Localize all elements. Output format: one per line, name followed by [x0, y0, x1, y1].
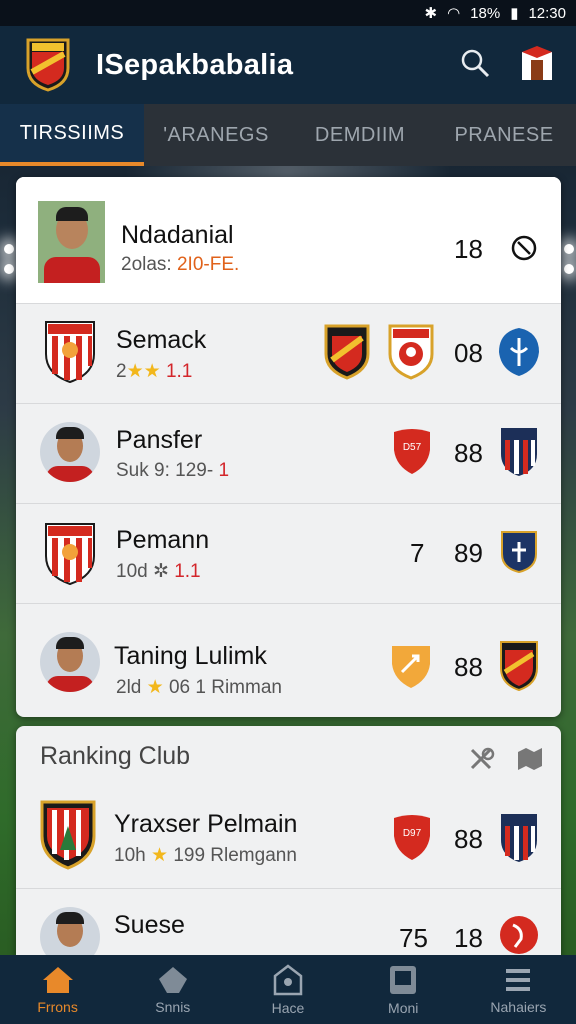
- star-icon: ★: [146, 677, 164, 698]
- club-value: 18: [454, 923, 483, 953]
- club-badge-icon[interactable]: [499, 913, 539, 957]
- player-value: 18: [454, 234, 483, 264]
- player-row[interactable]: Pansfer Suk 9: 129- 1 D57 88: [16, 403, 561, 503]
- club-crest-icon: [45, 523, 95, 586]
- club-badge-icon[interactable]: [497, 326, 541, 378]
- player-value: 88: [454, 652, 483, 682]
- club-badge-icon: D97: [394, 815, 430, 860]
- club-badge-icon: [324, 324, 370, 380]
- profile-badge-icon[interactable]: [520, 44, 554, 82]
- club-value: 88: [454, 824, 483, 854]
- section-title: Ranking Club: [40, 742, 191, 770]
- player-sub: 2ld ★ 06 1 Rimman: [116, 677, 282, 698]
- battery-percent: 18%: [470, 4, 501, 22]
- tab-bar: TIRSSIIMS 'ARANEGS DEMDIIM PRANESE: [0, 104, 576, 166]
- nav-label: Nahaiers: [490, 998, 547, 1015]
- stadium-light: [564, 244, 574, 254]
- bottom-nav: Frrons Snnis Hace Moni Nahaiers: [0, 955, 576, 1024]
- player-sub: 2★★ 1.1: [116, 361, 193, 382]
- svg-text:D97: D97: [403, 828, 422, 839]
- app-logo-icon[interactable]: [26, 38, 70, 92]
- tab-pranese[interactable]: PRANESE: [432, 104, 576, 166]
- club-name: Suese: [114, 911, 185, 939]
- player-name: Semack: [116, 326, 207, 354]
- club-badge-icon[interactable]: [500, 530, 538, 574]
- nav-label: Moni: [388, 999, 419, 1016]
- player-value: 88: [454, 438, 483, 468]
- player-value-secondary: 7: [410, 538, 425, 568]
- swap-icon[interactable]: [468, 746, 496, 772]
- player-name: Ndadanial: [121, 221, 234, 249]
- stadium-light: [4, 244, 14, 254]
- nav-item-snnis[interactable]: Snnis: [115, 955, 230, 1024]
- tab-tirssiims[interactable]: TIRSSIIMS: [0, 104, 144, 166]
- star-icon: ★: [150, 845, 169, 866]
- nav-item-home[interactable]: Frrons: [0, 955, 115, 1024]
- club-badge-icon[interactable]: [499, 812, 539, 864]
- player-photo: [38, 201, 105, 283]
- club-badge-icon[interactable]: [499, 426, 539, 478]
- app-title: ISepakbabalia: [96, 48, 294, 81]
- players-card: Ndadanial 2olas: 2I0-FE. 18 Semack 2★★ 1…: [16, 177, 561, 717]
- club-badge-icon[interactable]: [499, 640, 539, 692]
- club-value-secondary: 75: [399, 923, 428, 953]
- app-bar: ISepakbabalia: [0, 26, 576, 104]
- battery-icon: ▮: [510, 5, 519, 22]
- map-icon[interactable]: [516, 746, 544, 772]
- player-sub: 2olas: 2I0-FE.: [121, 254, 240, 275]
- wifi-icon: ◠: [447, 5, 461, 22]
- club-crest-icon: [45, 321, 95, 384]
- ranking-card: Ranking Club Yraxser Pelmain 10h ★ 199 R…: [16, 726, 561, 986]
- player-name: Pansfer: [116, 426, 203, 454]
- player-name: Taning Lulimk: [114, 642, 267, 670]
- player-value: 08: [454, 338, 483, 368]
- player-row[interactable]: Ndadanial 2olas: 2I0-FE. 18: [16, 177, 561, 303]
- avatar: [40, 632, 100, 692]
- bluetooth-icon: ✱: [424, 5, 438, 22]
- club-row[interactable]: Yraxser Pelmain 10h ★ 199 Rlemgann D97 8…: [16, 782, 561, 888]
- star-icon: ★★: [126, 361, 161, 382]
- nav-label: Hace: [271, 999, 305, 1016]
- tablet-icon: [390, 965, 417, 994]
- player-name: Pemann: [116, 526, 210, 554]
- clock-time: 12:30: [528, 4, 566, 22]
- nav-label: Frrons: [37, 998, 78, 1015]
- club-badge-icon: [388, 324, 434, 380]
- tab-demdiim[interactable]: DEMDIIM: [288, 104, 432, 166]
- nav-label: Snnis: [155, 998, 191, 1015]
- stadium-light: [564, 264, 574, 274]
- club-badge-icon: [392, 646, 430, 688]
- player-row[interactable]: Taning Lulimk 2ld ★ 06 1 Rimman 88: [16, 603, 561, 717]
- club-sub: 10h ★ 199 Rlemgann: [114, 845, 297, 866]
- player-row[interactable]: Semack 2★★ 1.1 08: [16, 303, 561, 403]
- stadium-light: [4, 264, 14, 274]
- ball-icon: [158, 966, 187, 993]
- player-sub: 10d ✲ 1.1: [116, 561, 201, 582]
- nav-item-moni[interactable]: Moni: [346, 955, 461, 1024]
- list-icon: [506, 968, 531, 991]
- club-name: Yraxser Pelmain: [114, 810, 298, 838]
- player-sub: Suk 9: 129- 1: [116, 460, 230, 481]
- tab-aranegs[interactable]: 'ARANEGS: [144, 104, 288, 166]
- status-bar: ✱ ◠ 18% ▮ 12:30: [0, 0, 576, 26]
- home-icon: [42, 966, 73, 993]
- player-row[interactable]: Pemann 10d ✲ 1.1 7 89: [16, 503, 561, 603]
- svg-text:D57: D57: [403, 442, 422, 453]
- club-crest-icon: [40, 800, 96, 870]
- avatar: [40, 422, 100, 482]
- search-icon[interactable]: [460, 48, 490, 78]
- clock-icon[interactable]: [510, 234, 538, 262]
- club-badge-icon: D57: [394, 429, 430, 474]
- stadium-icon: [273, 963, 303, 995]
- nav-item-nahaiers[interactable]: Nahaiers: [461, 955, 576, 1024]
- nav-item-hace[interactable]: Hace: [230, 955, 345, 1024]
- player-value: 89: [454, 538, 483, 568]
